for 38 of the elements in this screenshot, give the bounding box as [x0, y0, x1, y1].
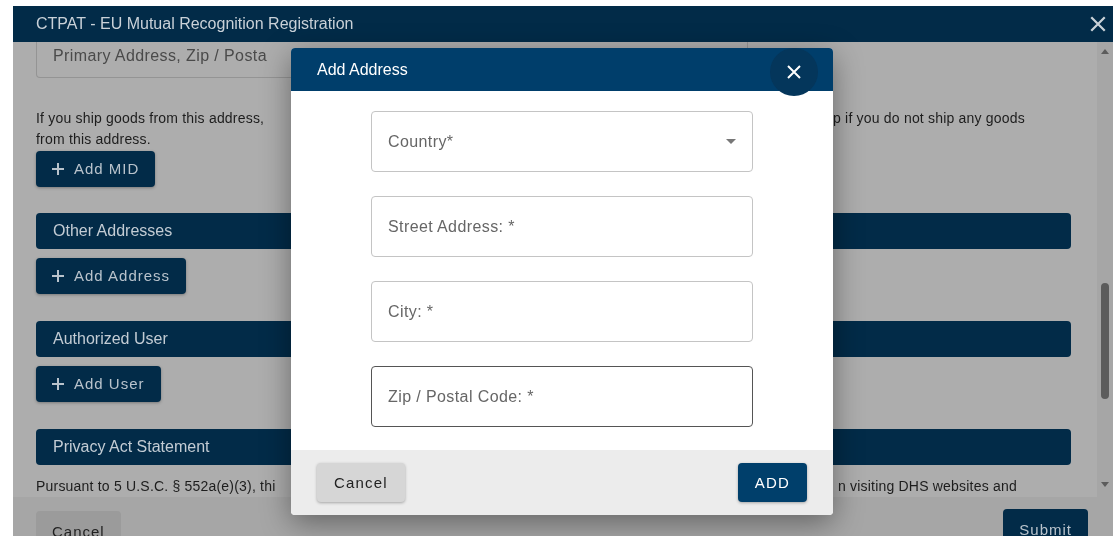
country-select[interactable]: Country* [371, 111, 753, 172]
add-button[interactable]: ADD [737, 463, 807, 502]
input-field[interactable]: Zip / Postal Code: * [371, 366, 753, 427]
plus-icon [52, 162, 64, 175]
dialog-title: Add Address [317, 60, 408, 79]
dropdown-caret-icon [726, 139, 736, 144]
cancel-button[interactable]: Cancel [317, 463, 405, 502]
plus-icon [52, 269, 64, 282]
plus-icon [52, 377, 64, 390]
note-text: from this address. [36, 129, 152, 149]
section-title: Other Addresses [53, 221, 173, 240]
add-mid-button[interactable]: Add MID [36, 150, 156, 187]
window-title: CTPAT - EU Mutual Recognition Registration [36, 15, 354, 33]
statement-text: Pursuant to 5 U.S.C. § 552a(e)(3), thi [36, 478, 276, 494]
scroll-down-icon[interactable] [1101, 482, 1109, 487]
field-placeholder: Street Address: * [388, 217, 515, 236]
scroll-up-icon[interactable] [1101, 49, 1109, 54]
section-title: Privacy Act Statement [53, 438, 210, 456]
submit-button[interactable]: Submit [1003, 509, 1088, 536]
field-placeholder: Country* [388, 132, 454, 151]
section-title: Authorized User [53, 329, 168, 348]
field-placeholder: Zip / Postal Code: * [388, 387, 534, 406]
close-icon [786, 64, 802, 80]
close-button[interactable] [770, 48, 818, 96]
scrollbar[interactable] [1097, 42, 1113, 497]
field-placeholder: City: * [388, 302, 434, 321]
statement-text: n visiting DHS websites and [838, 477, 1017, 496]
input-field[interactable]: City: * [371, 281, 753, 342]
input-field[interactable]: Street Address: * [371, 196, 753, 257]
close-icon [1089, 15, 1107, 33]
add-button[interactable]: Add Address [36, 257, 187, 294]
note-text: p if you do not ship any goods [833, 109, 1026, 126]
close-button[interactable] [1089, 15, 1107, 33]
add-button[interactable]: Add User [36, 365, 161, 402]
cancel-button[interactable]: Cancel [36, 511, 121, 536]
scroll-thumb[interactable] [1101, 283, 1109, 399]
field-value: Primary Address, Zip / Posta [53, 46, 267, 65]
note-text: If you ship goods from this address, [36, 108, 266, 128]
